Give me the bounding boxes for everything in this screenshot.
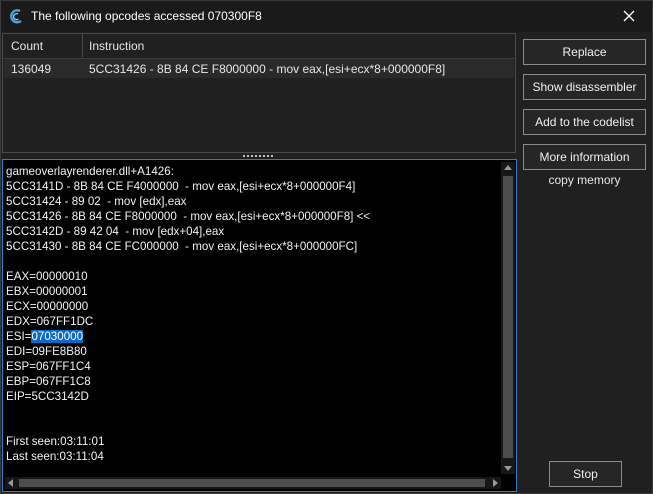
disasm-line: 5CC31424 - 89 02 - mov [edx],eax [6,195,187,208]
disasm-line-current: 5CC31426 - 8B 84 CE F8000000 - mov eax,[… [6,210,371,223]
column-header-instruction[interactable]: Instruction [89,39,144,53]
opcode-list[interactable]: Count Instruction 136049 5CC31426 - 8B 8… [2,33,516,153]
register-esp: ESP=067FF1C4 [6,360,91,373]
details-text: gameoverlayrenderer.dll+A1426: 5CC3141D … [6,164,496,464]
add-to-codelist-button[interactable]: Add to the codelist [523,109,646,135]
column-header-count[interactable]: Count [11,39,43,53]
row-count-cell: 136049 [11,62,52,76]
horizontal-scrollbar[interactable] [5,477,501,489]
scroll-right-arrow-icon[interactable] [493,479,498,487]
disasm-line: 5CC3141D - 8B 84 CE F4000000 - mov eax,[… [6,180,356,193]
copy-memory-label[interactable]: copy memory [523,173,646,187]
register-eip: EIP=5CC3142D [6,390,89,403]
cheat-engine-icon [10,9,22,24]
details-memo[interactable]: gameoverlayrenderer.dll+A1426: 5CC3141D … [2,159,517,492]
splitter-handle[interactable] [243,153,275,158]
disasm-line: 5CC31430 - 8B 84 CE FC000000 - mov eax,[… [6,240,358,253]
disasm-line: 5CC3142D - 89 42 04 - mov [edx+04],eax [6,225,225,238]
table-row[interactable]: 136049 5CC31426 - 8B 84 CE F8000000 - mo… [4,59,514,78]
close-icon [623,10,635,22]
close-button[interactable] [606,1,652,31]
list-header: Count Instruction [3,34,515,59]
first-seen: First seen:03:11:01 [6,435,105,448]
scroll-up-arrow-icon[interactable] [504,165,512,170]
scroll-left-arrow-icon[interactable] [8,479,13,487]
register-edx: EDX=067FF1DC [6,315,94,328]
more-information-button[interactable]: More information [523,144,646,170]
register-ecx: ECX=00000000 [6,300,89,313]
horizontal-scroll-thumb[interactable] [19,479,485,487]
opcode-access-window: The following opcodes accessed 070300F8 … [0,0,653,494]
show-disassembler-button[interactable]: Show disassembler [523,74,646,100]
vertical-scroll-thumb[interactable] [503,176,513,458]
stop-button[interactable]: Stop [549,461,622,487]
last-seen: Last seen:03:11:04 [6,450,104,463]
window-title: The following opcodes accessed 070300F8 [31,9,262,23]
vertical-scrollbar[interactable] [501,162,515,474]
register-ebx: EBX=00000001 [6,285,88,298]
scroll-down-arrow-icon[interactable] [504,466,512,471]
register-edi: EDI=09FE8B80 [6,345,87,358]
module-line: gameoverlayrenderer.dll+A1426: [6,165,174,178]
register-ebp: EBP=067FF1C8 [6,375,91,388]
register-eax: EAX=00000010 [6,270,88,283]
register-esi-label: ESI= [6,330,32,343]
replace-button[interactable]: Replace [523,39,646,65]
register-esi-value-selected: 07030000 [31,330,84,343]
title-bar[interactable]: The following opcodes accessed 070300F8 [1,1,652,32]
column-divider[interactable] [82,34,83,57]
row-instruction-cell: 5CC31426 - 8B 84 CE F8000000 - mov eax,[… [89,62,446,76]
